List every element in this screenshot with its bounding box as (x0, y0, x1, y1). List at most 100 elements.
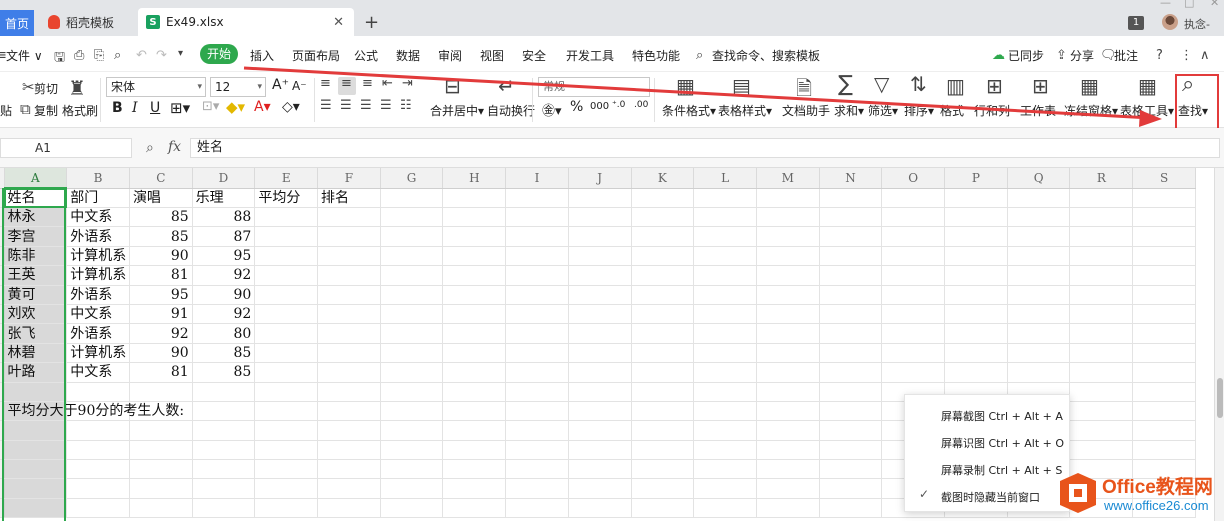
align-right-icon[interactable]: ☰ (360, 98, 372, 113)
wrap-text-button[interactable]: 自动换行 (487, 102, 535, 119)
cell-l1[interactable] (693, 188, 757, 208)
cell-d12[interactable] (192, 401, 256, 422)
cell-style-icon[interactable]: ⊡▾ (202, 99, 219, 114)
cell-o10[interactable] (881, 362, 946, 383)
cell-m13[interactable] (756, 420, 820, 441)
cell-g17[interactable] (380, 498, 444, 519)
cell-n9[interactable] (819, 343, 883, 364)
cell-r11[interactable] (1069, 382, 1134, 402)
column-header-d[interactable]: D (192, 168, 256, 189)
cell-o6[interactable] (881, 285, 946, 305)
cell-c6[interactable]: 95 (129, 285, 193, 305)
cell-c14[interactable] (129, 440, 193, 461)
cell-j9[interactable] (568, 343, 632, 364)
cell-s3[interactable] (1132, 226, 1196, 247)
tab-home[interactable]: 首页 (0, 10, 34, 36)
cell-g8[interactable] (380, 323, 444, 344)
cell-d5[interactable]: 92 (192, 265, 256, 286)
cell-c16[interactable] (129, 478, 193, 499)
menu-review[interactable]: 审阅 (438, 47, 462, 64)
cell-k10[interactable] (631, 362, 695, 383)
cell-s9[interactable] (1132, 343, 1196, 364)
cell-d1[interactable]: 乐理 (192, 188, 256, 208)
cell-r4[interactable] (1069, 246, 1134, 267)
cell-l15[interactable] (693, 459, 757, 480)
row-col-button[interactable]: 行和列 (974, 102, 1010, 119)
menu-start[interactable]: 开始 (200, 44, 238, 64)
cell-o4[interactable] (881, 246, 946, 267)
cell-b5[interactable]: 计算机系 (66, 265, 130, 286)
conditional-format-button[interactable]: 条件格式▾ (662, 102, 716, 119)
cell-h16[interactable] (442, 478, 507, 499)
cell-n11[interactable] (819, 382, 883, 402)
cell-e1[interactable]: 平均分 (254, 188, 319, 208)
cell-l6[interactable] (693, 285, 757, 305)
cell-b1[interactable]: 部门 (66, 188, 130, 208)
menu-view[interactable]: 视图 (480, 47, 504, 64)
cell-a7[interactable]: 刘欢 (4, 304, 68, 325)
cell-a8[interactable]: 张飞 (4, 323, 68, 344)
cell-m12[interactable] (756, 401, 820, 422)
format-painter-button[interactable]: 格式刷 (62, 102, 98, 119)
print-preview-icon[interactable]: ⌕ (114, 48, 121, 63)
collapse-ribbon-icon[interactable]: ∧ (1200, 48, 1210, 63)
font-shrink-icon[interactable]: A⁻ (292, 79, 307, 93)
cell-i14[interactable] (505, 440, 569, 461)
cell-f8[interactable] (317, 323, 381, 344)
cell-j6[interactable] (568, 285, 632, 305)
cell-o2[interactable] (881, 207, 946, 228)
cell-n15[interactable] (819, 459, 883, 480)
close-window-icon[interactable]: ✕ (1210, 0, 1219, 9)
thousands-icon[interactable]: 000 (590, 101, 609, 112)
cell-d15[interactable] (192, 459, 256, 480)
cell-g7[interactable] (380, 304, 444, 325)
cell-g3[interactable] (380, 226, 444, 247)
cell-b2[interactable]: 中文系 (66, 207, 130, 228)
cell-h9[interactable] (442, 343, 507, 364)
sync-status[interactable]: 已同步 (1008, 47, 1044, 64)
cell-e8[interactable] (254, 323, 319, 344)
cell-r10[interactable] (1069, 362, 1134, 383)
cell-p2[interactable] (944, 207, 1008, 228)
cell-d7[interactable]: 92 (192, 304, 256, 325)
cell-m8[interactable] (756, 323, 820, 344)
cell-b16[interactable] (66, 478, 130, 499)
cell-d17[interactable] (192, 498, 256, 519)
cell-j14[interactable] (568, 440, 632, 461)
cell-c15[interactable] (129, 459, 193, 480)
cell-f4[interactable] (317, 246, 381, 267)
cell-p8[interactable] (944, 323, 1008, 344)
column-header-b[interactable]: B (66, 168, 130, 189)
cell-e3[interactable] (254, 226, 319, 247)
cell-l5[interactable] (693, 265, 757, 286)
menu-security[interactable]: 安全 (522, 47, 546, 64)
cell-f10[interactable] (317, 362, 381, 383)
cell-j8[interactable] (568, 323, 632, 344)
cell-l17[interactable] (693, 498, 757, 519)
menu-item-screen-record[interactable]: 屏幕录制 Ctrl + Alt + S (941, 462, 1062, 478)
cell-j5[interactable] (568, 265, 632, 286)
cell-e16[interactable] (254, 478, 319, 499)
cell-q5[interactable] (1007, 265, 1071, 286)
cell-m1[interactable] (756, 188, 820, 208)
cell-r5[interactable] (1069, 265, 1134, 286)
zoom-formula-icon[interactable]: ⌕ (146, 140, 154, 156)
cell-f6[interactable] (317, 285, 381, 305)
cell-b8[interactable]: 外语系 (66, 323, 130, 344)
cell-h5[interactable] (442, 265, 507, 286)
new-tab-plus-icon[interactable]: + (364, 12, 379, 33)
cell-f7[interactable] (317, 304, 381, 325)
tab-template[interactable]: 稻壳模板 (38, 8, 134, 36)
cell-h8[interactable] (442, 323, 507, 344)
cell-s4[interactable] (1132, 246, 1196, 267)
cell-a2[interactable]: 林永 (4, 207, 68, 228)
cell-d8[interactable]: 80 (192, 323, 256, 344)
cell-m3[interactable] (756, 226, 820, 247)
cell-j7[interactable] (568, 304, 632, 325)
cell-e2[interactable] (254, 207, 319, 228)
cell-a13[interactable] (4, 420, 68, 441)
cell-l10[interactable] (693, 362, 757, 383)
cell-h12[interactable] (442, 401, 507, 422)
cell-s8[interactable] (1132, 323, 1196, 344)
currency-icon[interactable]: ㊎▾ (542, 100, 562, 119)
